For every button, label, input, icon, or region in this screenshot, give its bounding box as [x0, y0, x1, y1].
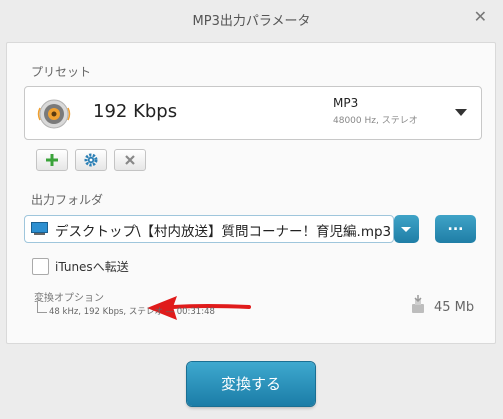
- add-preset-button[interactable]: [36, 149, 68, 171]
- close-icon[interactable]: ✕: [474, 7, 487, 26]
- chevron-down-icon[interactable]: [455, 109, 467, 116]
- delete-preset-button[interactable]: [114, 149, 146, 171]
- file-size-icon: [412, 295, 424, 313]
- browse-button[interactable]: ...: [435, 215, 476, 243]
- itunes-checkbox-label[interactable]: iTunesへ転送: [55, 258, 129, 275]
- preset-settings-button[interactable]: [75, 149, 107, 171]
- output-folder-path: デスクトップ\【村内放送】質問コーナー！育児編.mp3: [55, 224, 392, 240]
- window-title: MP3出力パラメータ: [192, 14, 311, 29]
- title-bar: MP3出力パラメータ ✕: [0, 0, 503, 36]
- preset-format-detail: 48000 Hz, ステレオ: [333, 116, 418, 126]
- output-folder-label: 出力フォルダ: [31, 193, 104, 207]
- preset-section-label: プリセット: [31, 65, 92, 79]
- preset-bitrate: 192 Kbps: [93, 101, 178, 122]
- preset-dropdown[interactable]: 192 Kbps MP3 48000 Hz, ステレオ: [24, 86, 482, 140]
- tree-connector: [37, 301, 47, 313]
- gear-icon: [84, 153, 98, 167]
- output-folder-field[interactable]: デスクトップ\【村内放送】質問コーナー！育児編.mp3: [24, 215, 394, 243]
- itunes-checkbox[interactable]: [32, 258, 49, 275]
- monitor-icon: [31, 222, 48, 235]
- convert-button[interactable]: 変換する: [187, 362, 315, 406]
- folder-history-dropdown[interactable]: [394, 215, 419, 243]
- settings-panel: プリセット 192 Kbps MP3 48000 Hz, ステレオ 出力フォルダ…: [6, 42, 496, 344]
- estimated-size: 45 Mb: [434, 300, 475, 315]
- preset-format: MP3: [333, 96, 359, 110]
- conversion-options-detail: 48 kHz, 192 Kbps, ステレオ — 00:31:48: [49, 307, 215, 317]
- close-icon: [125, 155, 135, 165]
- plus-icon: [46, 154, 58, 166]
- speaker-icon: [37, 99, 71, 129]
